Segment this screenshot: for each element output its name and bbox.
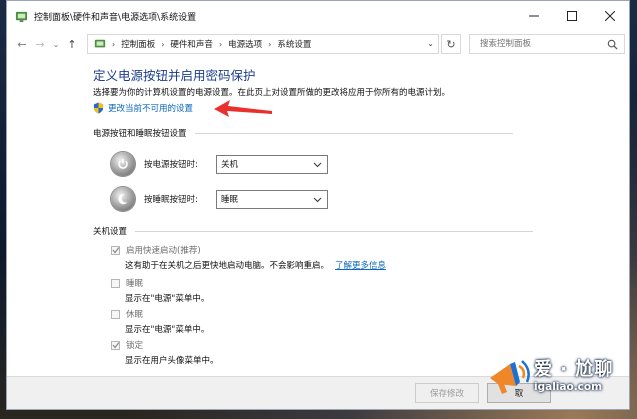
hibernate-label: 休眠 <box>126 310 144 320</box>
checkmark-icon <box>112 342 119 349</box>
section-divider <box>135 230 534 232</box>
red-arrow-annotation <box>214 100 272 117</box>
maximize-icon <box>567 11 577 21</box>
section-divider <box>194 132 513 134</box>
megaphone-logo-icon <box>490 360 530 394</box>
power-button-value: 关机 <box>221 160 239 170</box>
watermark-logo: 爱 · 尬聊 igaliao.com <box>486 352 613 396</box>
sleep-checkbox[interactable]: 睡眠 <box>111 277 143 289</box>
moon-icon <box>118 194 128 205</box>
breadcrumb-separator[interactable]: › <box>219 40 222 49</box>
breadcrumb-system-settings[interactable]: 系统设置 <box>277 38 311 50</box>
breadcrumb-separator[interactable]: › <box>161 40 164 49</box>
minimize-icon <box>529 15 539 17</box>
watermark-title: 爱 · 尬聊 <box>534 359 614 380</box>
forward-button[interactable]: → <box>31 33 49 55</box>
fast-startup-desc-text: 这有助于在关机之后更快地启动电脑。不会影响重启。 <box>125 261 330 271</box>
control-panel-icon <box>15 11 28 22</box>
breadcrumb-separator[interactable]: › <box>268 40 271 49</box>
lock-description: 显示在用户头像菜单中。 <box>125 356 219 366</box>
back-arrow-icon: ← <box>17 37 27 51</box>
power-button-select[interactable]: 关机 <box>216 154 328 174</box>
learn-more-link[interactable]: 了解更多信息 <box>335 261 386 271</box>
power-button-icon <box>111 152 135 176</box>
back-button[interactable]: ← <box>13 33 31 55</box>
maximize-button[interactable] <box>553 1 591 31</box>
checkbox-box[interactable] <box>111 278 120 288</box>
save-changes-button[interactable]: 保存修改 <box>415 383 479 403</box>
uac-shield-icon <box>93 102 104 114</box>
fast-startup-checkbox[interactable]: 启用快速启动(推荐) <box>111 244 201 256</box>
address-dropdown-icon[interactable]: ⌄ <box>427 39 434 48</box>
fast-startup-label: 启用快速启动(推荐) <box>126 246 201 256</box>
shutdown-section-title: 关机设置 <box>93 227 128 237</box>
chevron-down-icon: ⌄ <box>52 39 60 49</box>
checkbox-box[interactable] <box>111 309 120 319</box>
change-settings-link-text[interactable]: 更改当前不可用的设置 <box>108 102 193 114</box>
recent-locations-button[interactable]: ⌄ <box>49 33 63 55</box>
breadcrumb-control-panel[interactable]: 控制面板 <box>121 38 155 50</box>
search-input[interactable] <box>478 38 602 50</box>
chevron-down-icon <box>313 197 322 202</box>
power-button-row: 按电源按钮时: 关机 <box>111 152 328 176</box>
power-symbol-icon <box>118 159 128 169</box>
power-button-label: 按电源按钮时: <box>144 160 198 170</box>
search-box[interactable] <box>469 34 625 54</box>
chevron-down-icon <box>313 162 322 167</box>
page-title: 定义电源按钮并启用密码保护 <box>93 68 256 83</box>
control-panel-icon <box>94 39 106 48</box>
close-icon <box>605 11 615 21</box>
power-section-header: 电源按钮和睡眠按钮设置 <box>93 127 513 139</box>
main-content: 定义电源按钮并启用密码保护 选择要为你的计算机设置的电源设置。在此页上对设置所做… <box>7 57 629 377</box>
refresh-button[interactable]: ↻ <box>441 34 461 54</box>
lock-label: 锁定 <box>126 341 144 351</box>
sleep-description: 显示在"电源"菜单中。 <box>125 294 210 304</box>
title-bar[interactable]: 控制面板\硬件和声音\电源选项\系统设置 <box>7 1 629 31</box>
sleep-label: 睡眠 <box>126 279 144 289</box>
change-unavailable-settings-link[interactable]: 更改当前不可用的设置 <box>93 102 193 114</box>
close-button[interactable] <box>591 1 629 31</box>
hibernate-checkbox[interactable]: 休眠 <box>111 308 143 320</box>
control-panel-window: 控制面板\硬件和声音\电源选项\系统设置 ← → ⌄ ↑ › 控制面板 › 硬件… <box>6 0 630 410</box>
sleep-button-icon <box>111 187 135 211</box>
search-icon <box>607 39 618 50</box>
up-arrow-icon: ↑ <box>67 37 77 51</box>
breadcrumb-separator: › <box>112 39 116 49</box>
breadcrumb-hardware-sound[interactable]: 硬件和声音 <box>170 38 213 50</box>
address-bar[interactable]: › 控制面板 › 硬件和声音 › 电源选项 › 系统设置 ⌄ <box>87 34 439 54</box>
power-section-title: 电源按钮和睡眠按钮设置 <box>93 129 187 139</box>
sleep-button-label: 按睡眠按钮时: <box>144 195 198 205</box>
checkbox-box[interactable] <box>111 245 120 255</box>
refresh-icon: ↻ <box>446 37 456 51</box>
breadcrumb-power-options[interactable]: 电源选项 <box>228 38 262 50</box>
sleep-button-value: 睡眠 <box>221 195 239 205</box>
sleep-button-row: 按睡眠按钮时: 睡眠 <box>111 187 328 211</box>
checkmark-icon <box>112 247 119 254</box>
window-title: 控制面板\硬件和声音\电源选项\系统设置 <box>34 12 197 23</box>
hibernate-description: 显示在"电源"菜单中。 <box>125 325 210 335</box>
lock-checkbox[interactable]: 锁定 <box>111 339 143 351</box>
watermark-domain: igaliao.com <box>534 381 603 393</box>
up-button[interactable]: ↑ <box>63 33 81 55</box>
sleep-button-select[interactable]: 睡眠 <box>216 189 328 209</box>
minimize-button[interactable] <box>515 1 553 31</box>
checkbox-box[interactable] <box>111 340 120 350</box>
fast-startup-description: 这有助于在关机之后更快地启动电脑。不会影响重启。 了解更多信息 <box>125 259 386 271</box>
shutdown-section-header: 关机设置 <box>93 225 534 237</box>
forward-arrow-icon: → <box>35 37 45 51</box>
navigation-bar: ← → ⌄ ↑ › 控制面板 › 硬件和声音 › 电源选项 › 系统设置 ⌄ ↻… <box>7 31 629 57</box>
